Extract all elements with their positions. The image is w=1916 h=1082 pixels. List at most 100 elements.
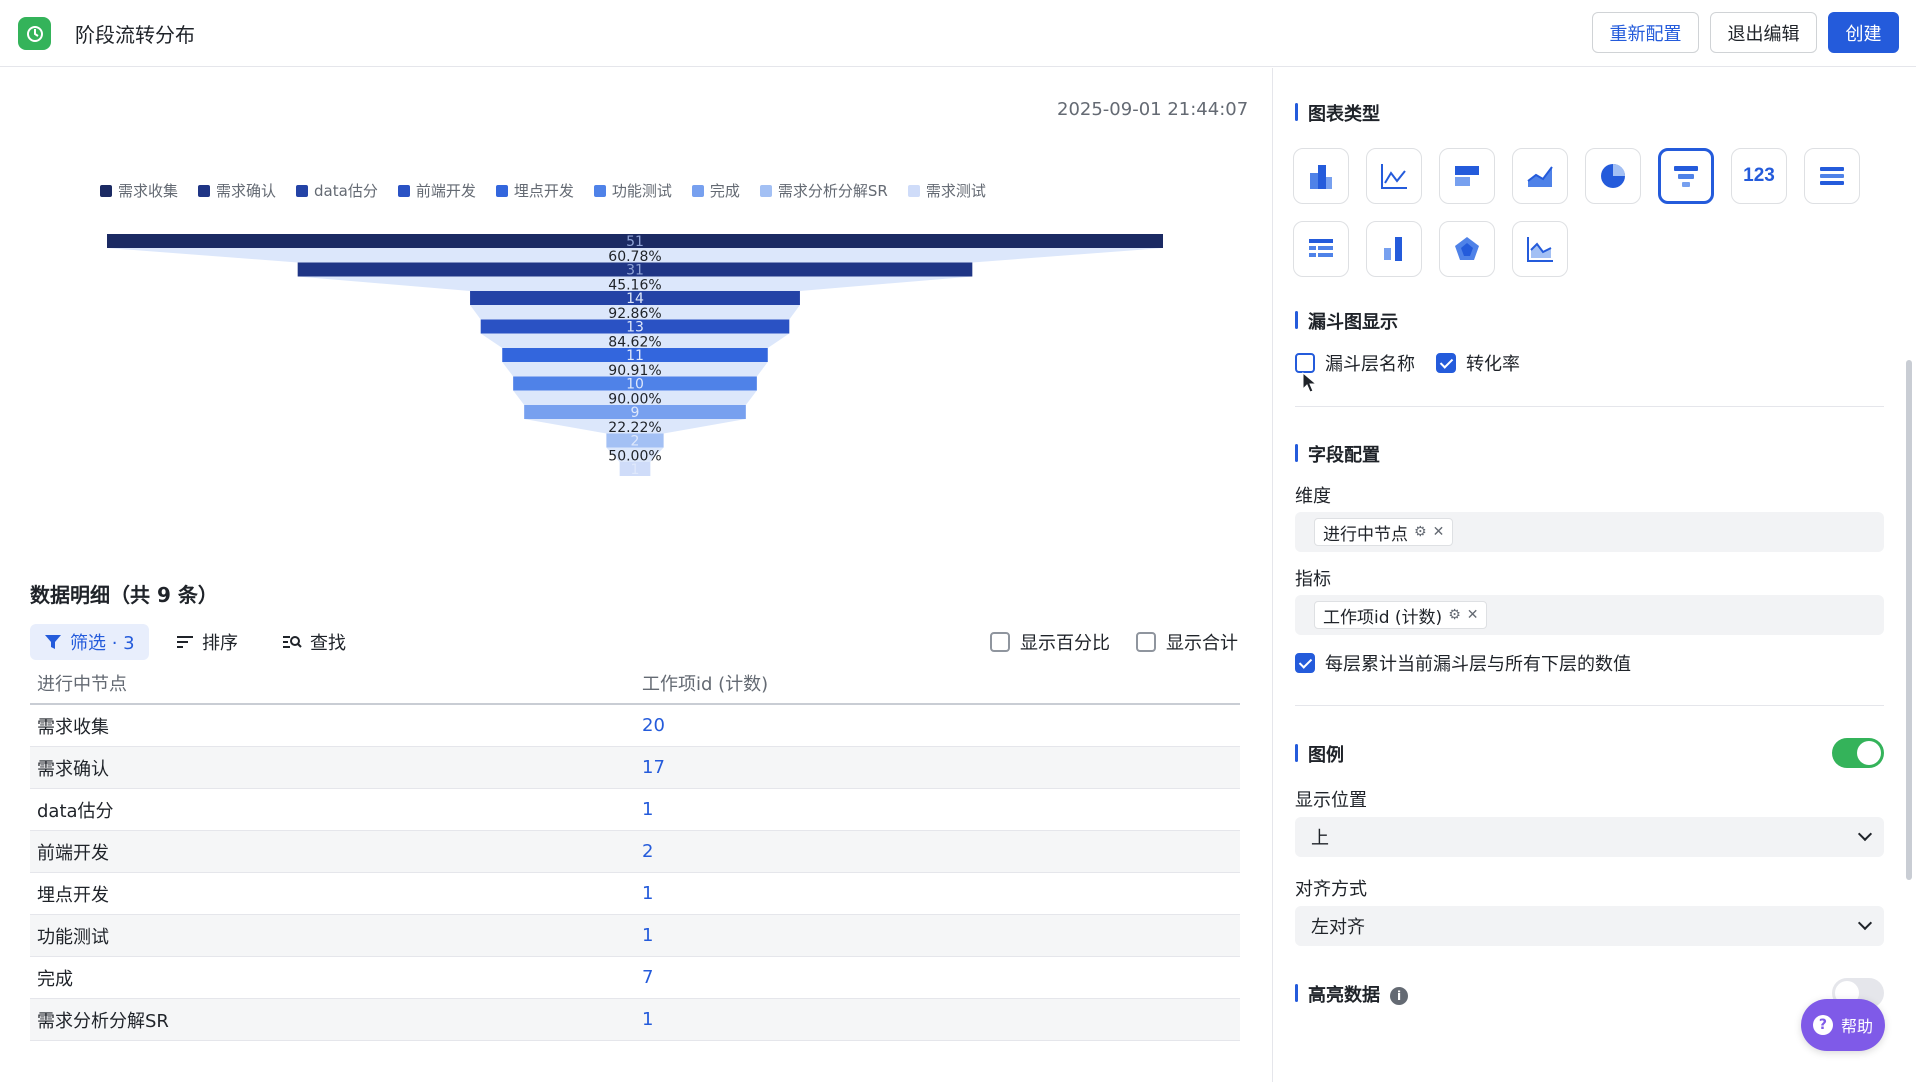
layer-name-checkbox[interactable] (1295, 353, 1315, 373)
chart-type-list[interactable] (1804, 148, 1860, 204)
show-percent-toggle[interactable]: 显示百分比 (990, 624, 1110, 660)
cell-count: 7 (642, 967, 654, 988)
dimension-tag[interactable]: 进行中节点 ⚙ ✕ (1314, 518, 1454, 546)
position-value: 上 (1311, 828, 1329, 849)
bar-chart-icon (1310, 165, 1332, 189)
mouse-cursor-icon (1302, 372, 1318, 393)
chart-type-funnel[interactable] (1658, 148, 1714, 204)
detail-toolbar: 筛选 · 3 排序 查找 显示百分比 显示合计 (30, 624, 1240, 660)
field-config-title: 字段配置 (1295, 441, 1380, 467)
metric-tag-label: 工作项id (计数) (1323, 607, 1443, 628)
help-label: 帮助 (1840, 1017, 1873, 1036)
filter-button[interactable]: 筛选 · 3 (30, 624, 149, 660)
legend-title: 图例 (1295, 741, 1344, 767)
position-select[interactable]: 上 (1295, 817, 1884, 857)
chart-type-title: 图表类型 (1295, 100, 1380, 126)
exit-edit-button[interactable]: 退出编辑 (1710, 12, 1817, 53)
cumulative-checkbox[interactable] (1295, 653, 1315, 673)
legend-toggle[interactable] (1832, 738, 1884, 768)
table-body: 需求收集 20 需求确认 17 data估分 1 前端开发 2 埋点开发 1 功能测试 1 完成 7 需求分… (30, 705, 1240, 1041)
chart-type-combo[interactable] (1512, 221, 1568, 277)
funnel-chart: 5160.78%3145.16%1492.86%1384.62%1190.91%… (107, 234, 1163, 478)
table-row[interactable]: 前端开发 2 (30, 831, 1240, 873)
table-row[interactable]: 完成 7 (30, 957, 1240, 999)
waterfall-chart-icon (1384, 237, 1402, 261)
layer-name-label: 漏斗层名称 (1325, 354, 1415, 375)
sort-label: 排序 (202, 633, 238, 654)
chart-type-horizontal-bar[interactable] (1439, 148, 1495, 204)
chart-type-radar[interactable] (1439, 221, 1495, 277)
chart-type-waterfall[interactable] (1366, 221, 1422, 277)
conversion-option[interactable]: 转化率 (1436, 350, 1520, 376)
table-row[interactable]: 需求确认 17 (30, 747, 1240, 789)
metric-label: 指标 (1295, 569, 1331, 590)
cell-node: 前端开发 (37, 842, 109, 864)
chart-type-area[interactable] (1512, 148, 1568, 204)
detail-table: 进行中节点 工作项id (计数) 需求收集 20 需求确认 17 data估分 1 前端开发… (30, 663, 1240, 1041)
table-row[interactable]: data估分 1 (30, 789, 1240, 831)
align-select[interactable]: 左对齐 (1295, 906, 1884, 946)
sort-icon (177, 636, 193, 648)
chart-type-table[interactable] (1293, 221, 1349, 277)
horizontal-bar-icon (1455, 166, 1479, 186)
position-label: 显示位置 (1295, 790, 1367, 811)
close-icon[interactable]: ✕ (1433, 524, 1445, 540)
table-header: 进行中节点 工作项id (计数) (30, 663, 1240, 705)
column-header-node[interactable]: 进行中节点 (30, 670, 636, 696)
funnel-value-label: 10 (626, 377, 644, 393)
chart-type-number[interactable]: 123 (1731, 148, 1787, 204)
number-card-icon: 123 (1743, 165, 1775, 186)
gear-icon[interactable]: ⚙ (1414, 524, 1427, 540)
cumulative-option[interactable]: 每层累计当前漏斗层与所有下层的数值 (1295, 650, 1631, 676)
search-label: 查找 (310, 633, 346, 654)
cell-count: 1 (642, 925, 654, 946)
funnel-value-label: 2 (631, 434, 640, 450)
area-chart-icon (1527, 166, 1553, 187)
funnel-display-title: 漏斗图显示 (1295, 308, 1398, 334)
table-row[interactable]: 功能测试 1 (30, 915, 1240, 957)
config-scrollbar[interactable] (1906, 360, 1912, 880)
funnel-value-label: 51 (626, 234, 644, 250)
config-panel: 图表类型 123 漏斗图显示 漏斗层名称 转化率 字段配置 维度 进行中节点 ⚙… (1273, 68, 1916, 1082)
show-percent-label: 显示百分比 (1020, 633, 1110, 654)
column-header-count[interactable]: 工作项id (计数) (636, 670, 768, 696)
reconfigure-button[interactable]: 重新配置 (1592, 12, 1699, 53)
cumulative-label: 每层累计当前漏斗层与所有下层的数值 (1325, 654, 1631, 675)
cell-node: 埋点开发 (37, 884, 109, 906)
create-button[interactable]: 创建 (1828, 12, 1899, 53)
radar-chart-icon (1455, 237, 1479, 260)
highlight-title: 高亮数据 i (1295, 981, 1408, 1007)
combo-chart-icon (1527, 237, 1553, 262)
cell-node: 需求确认 (37, 758, 109, 780)
chart-type-pie[interactable] (1585, 148, 1641, 204)
sort-button[interactable]: 排序 (176, 624, 238, 660)
table-row[interactable]: 需求收集 20 (30, 705, 1240, 747)
cell-count: 17 (642, 757, 665, 778)
highlight-title-label: 高亮数据 (1308, 985, 1380, 1006)
show-percent-checkbox[interactable] (990, 632, 1010, 652)
show-total-toggle[interactable]: 显示合计 (1136, 624, 1238, 660)
funnel-chart-icon (1674, 166, 1698, 187)
list-icon (1820, 167, 1844, 185)
metric-tag[interactable]: 工作项id (计数) ⚙ ✕ (1314, 601, 1488, 629)
close-icon[interactable]: ✕ (1467, 607, 1479, 623)
chevron-down-icon (1857, 915, 1873, 931)
show-total-checkbox[interactable] (1136, 632, 1156, 652)
funnel-value-label: 11 (626, 348, 644, 364)
table-row[interactable]: 埋点开发 1 (30, 873, 1240, 915)
chart-type-line[interactable] (1366, 148, 1422, 204)
conversion-checkbox[interactable] (1436, 353, 1456, 373)
line-chart-icon (1381, 164, 1407, 189)
search-button[interactable]: 查找 (282, 624, 346, 660)
table-row[interactable]: 需求分析分解SR 1 (30, 999, 1240, 1041)
help-button[interactable]: ? 帮助 (1801, 999, 1885, 1051)
info-icon[interactable]: i (1390, 987, 1408, 1005)
section-divider (1295, 406, 1884, 407)
gear-icon[interactable]: ⚙ (1448, 607, 1461, 623)
cell-count: 1 (642, 799, 654, 820)
metric-dropzone[interactable]: 工作项id (计数) ⚙ ✕ (1295, 595, 1884, 635)
section-divider (1295, 705, 1884, 706)
cell-count: 1 (642, 883, 654, 904)
dimension-dropzone[interactable]: 进行中节点 ⚙ ✕ (1295, 512, 1884, 552)
chart-type-bar[interactable] (1293, 148, 1349, 204)
